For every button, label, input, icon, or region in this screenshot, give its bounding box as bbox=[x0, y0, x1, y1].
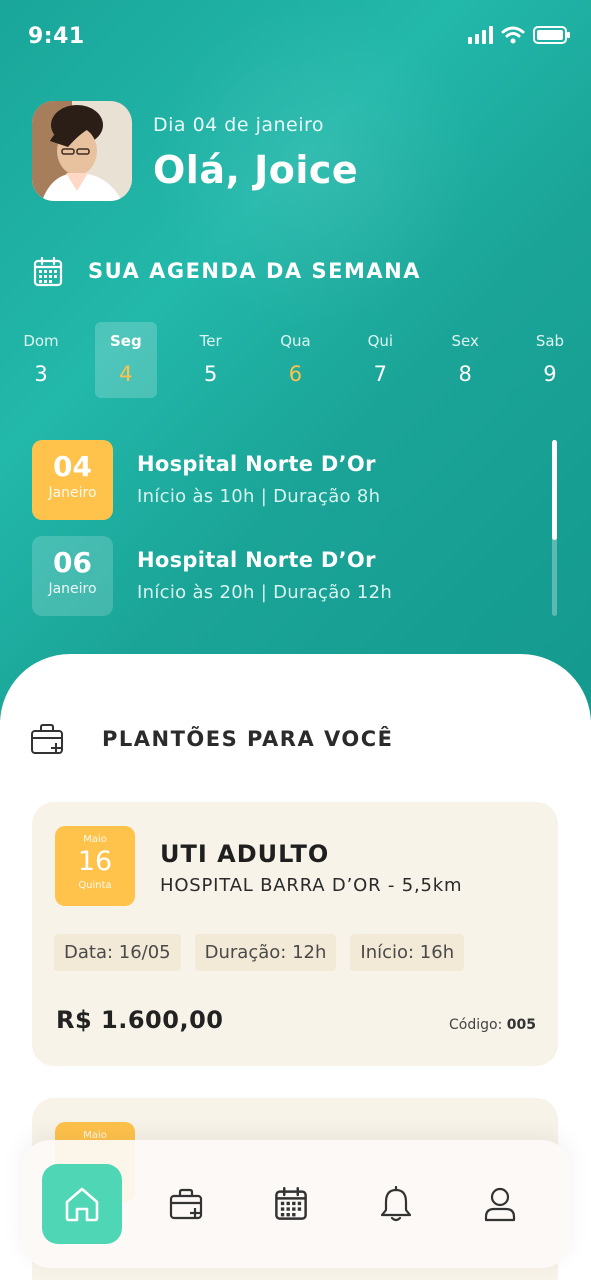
shift-day: 04 bbox=[53, 450, 92, 483]
calendar-icon bbox=[33, 256, 63, 287]
user-icon bbox=[484, 1187, 516, 1222]
offer-title: UTI ADULTO bbox=[160, 840, 330, 868]
section-title: PLANTÕES PARA VOCÊ bbox=[102, 727, 394, 751]
day-monday[interactable]: Seg 4 bbox=[94, 322, 157, 398]
status-icons bbox=[468, 26, 571, 44]
nav-calendar[interactable] bbox=[251, 1164, 331, 1244]
greeting-title: Olá, Joice bbox=[153, 148, 359, 192]
avatar[interactable] bbox=[32, 101, 132, 201]
shift-item[interactable]: 06 Janeiro Hospital Norte D’Or Início às… bbox=[32, 536, 552, 616]
battery-icon bbox=[533, 26, 570, 44]
offer-chip-duration: Duração: 12h bbox=[194, 934, 337, 971]
day-number: 5 bbox=[203, 362, 218, 386]
day-number: 7 bbox=[373, 362, 387, 386]
nav-profile[interactable] bbox=[460, 1164, 540, 1244]
agenda-title: SUA AGENDA DA SEMANA bbox=[88, 259, 421, 283]
wifi-icon bbox=[501, 26, 525, 44]
shift-date-badge: 06 Janeiro bbox=[32, 536, 113, 616]
day-name: Sab bbox=[535, 332, 565, 350]
profile-photo bbox=[32, 101, 132, 201]
offer-code-value: 005 bbox=[506, 1017, 536, 1033]
shift-hospital: Hospital Norte D’Or bbox=[137, 548, 376, 572]
nav-home[interactable] bbox=[42, 1164, 122, 1244]
day-number: 9 bbox=[543, 362, 557, 386]
offer-day: 16 bbox=[77, 846, 113, 877]
day-number: 4 bbox=[119, 362, 133, 386]
offer-chips: Data: 16/05 Duração: 12h Início: 16h bbox=[54, 934, 465, 971]
day-number: 6 bbox=[288, 362, 303, 386]
offer-code: Código: 005 bbox=[449, 1017, 536, 1033]
home-icon bbox=[65, 1187, 99, 1222]
shift-date-badge: 04 Janeiro bbox=[32, 440, 113, 520]
shift-item[interactable]: 04 Janeiro Hospital Norte D’Or Início às… bbox=[32, 440, 552, 520]
shift-day: 06 bbox=[53, 546, 92, 579]
day-name: Ter bbox=[199, 332, 222, 350]
shift-hospital: Hospital Norte D’Or bbox=[137, 452, 376, 476]
day-number: 3 bbox=[34, 362, 48, 386]
scrollbar-thumb[interactable] bbox=[552, 440, 557, 540]
day-sunday[interactable]: Dom 3 bbox=[10, 322, 72, 398]
offer-date-badge: Maio 16 Quinta bbox=[55, 826, 135, 906]
medical-kit-icon bbox=[169, 1188, 203, 1220]
day-name: Qua bbox=[280, 332, 311, 350]
day-name: Dom bbox=[23, 332, 59, 350]
day-thursday[interactable]: Qui 7 bbox=[349, 322, 411, 398]
signal-icon bbox=[468, 26, 493, 44]
shift-month: Janeiro bbox=[48, 485, 97, 501]
offer-hospital: HOSPITAL BARRA D’OR - 5,5km bbox=[160, 875, 463, 896]
nav-notifications[interactable] bbox=[356, 1164, 436, 1244]
day-name: Seg bbox=[109, 332, 142, 350]
shift-month: Janeiro bbox=[48, 581, 97, 597]
calendar-icon bbox=[275, 1187, 307, 1220]
offer-code-label: Código: bbox=[449, 1017, 503, 1033]
status-time: 9:41 bbox=[28, 24, 85, 49]
shift-info: Início às 20h | Duração 12h bbox=[137, 582, 393, 603]
shift-info: Início às 10h | Duração 8h bbox=[137, 486, 381, 507]
day-name: Sex bbox=[451, 332, 479, 350]
bottom-nav bbox=[22, 1140, 570, 1268]
day-wednesday[interactable]: Qua 6 bbox=[264, 322, 326, 398]
day-saturday[interactable]: Sab 9 bbox=[519, 322, 581, 398]
date-text: Dia 04 de janeiro bbox=[153, 114, 325, 136]
day-name: Qui bbox=[367, 332, 394, 350]
offer-month: Maio bbox=[83, 834, 107, 845]
nav-shifts[interactable] bbox=[147, 1164, 227, 1244]
bell-icon bbox=[380, 1186, 412, 1222]
medical-kit-icon bbox=[31, 724, 63, 754]
week-strip: Dom 3 Seg 4 Ter 5 Qua 6 Qui 7 Sex 8 Sab … bbox=[10, 322, 581, 398]
shift-scrollbar[interactable] bbox=[552, 440, 557, 616]
day-number: 8 bbox=[458, 362, 472, 386]
offer-chip-start: Início: 16h bbox=[350, 934, 465, 971]
day-tuesday[interactable]: Ter 5 bbox=[180, 322, 242, 398]
offer-weekday: Quinta bbox=[78, 880, 112, 891]
day-friday[interactable]: Sex 8 bbox=[434, 322, 496, 398]
offer-chip-date: Data: 16/05 bbox=[54, 934, 181, 971]
offer-card[interactable]: Maio 16 Quinta UTI ADULTO HOSPITAL BARRA… bbox=[32, 802, 558, 1066]
offer-price: R$ 1.600,00 bbox=[56, 1006, 224, 1034]
